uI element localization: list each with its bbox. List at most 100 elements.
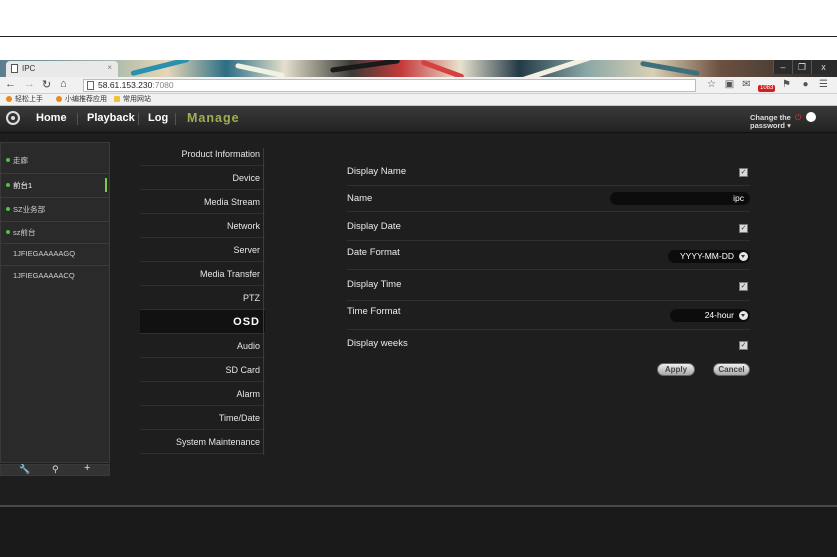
menu-item-sd-card[interactable]: SD Card bbox=[140, 358, 265, 382]
online-dot bbox=[6, 183, 10, 187]
apply-button[interactable]: Apply bbox=[657, 363, 695, 376]
display-time-label: Display Time bbox=[347, 279, 402, 290]
menu-divider bbox=[263, 148, 264, 455]
app-navbar: Home Playback Log Manage Change the pass… bbox=[0, 106, 837, 133]
menu-item-alarm[interactable]: Alarm bbox=[140, 382, 265, 406]
chevron-down-icon bbox=[739, 252, 748, 261]
address-port: :7080 bbox=[152, 80, 174, 90]
bookmark-item[interactable]: 小编推荐应用 bbox=[56, 95, 107, 105]
cancel-button[interactable]: Cancel bbox=[713, 363, 750, 376]
menu-item-device[interactable]: Device bbox=[140, 166, 265, 190]
display-name-checkbox[interactable]: ✓ bbox=[739, 168, 748, 177]
menu-item-ptz[interactable]: PTZ bbox=[140, 286, 265, 310]
bookmark-icon bbox=[6, 96, 12, 102]
date-format-value: YYYY-MM-DD bbox=[680, 251, 734, 261]
device-item[interactable]: 1JFIEGAAAAAGQ bbox=[13, 249, 75, 258]
display-date-label: Display Date bbox=[347, 221, 401, 232]
wrench-icon[interactable]: 🔧 bbox=[19, 464, 30, 475]
menu-item-time-date[interactable]: Time/Date bbox=[140, 406, 265, 430]
close-window-button[interactable]: x bbox=[811, 60, 835, 74]
menu-item-system-maintenance[interactable]: System Maintenance bbox=[140, 430, 265, 454]
menu-icon[interactable]: ☰ bbox=[818, 79, 829, 90]
address-bar[interactable]: 58.61.153.230:7080 bbox=[83, 79, 696, 92]
bookmarks-bar: 轻松上手 小编推荐应用 常用网站 bbox=[0, 94, 837, 106]
online-dot bbox=[6, 207, 10, 211]
date-format-select[interactable]: YYYY-MM-DD bbox=[668, 250, 750, 263]
online-dot bbox=[6, 158, 10, 162]
row-divider bbox=[347, 211, 750, 212]
notification-icon[interactable]: ⚑ bbox=[781, 79, 792, 90]
bookmark-item[interactable]: 常用网站 bbox=[114, 95, 151, 105]
row-divider bbox=[347, 329, 750, 330]
menu-item-osd[interactable]: OSD bbox=[140, 310, 265, 334]
home-icon[interactable]: ⌂ bbox=[60, 78, 67, 90]
reload-icon[interactable]: ↻ bbox=[42, 78, 51, 91]
plus-icon[interactable]: + bbox=[84, 462, 90, 474]
online-dot bbox=[6, 230, 10, 234]
extensions-icon[interactable]: ▣ bbox=[724, 79, 735, 90]
browser-tab-title: IPC bbox=[22, 64, 36, 73]
display-time-checkbox[interactable]: ✓ bbox=[739, 282, 748, 291]
row-divider bbox=[347, 269, 750, 270]
browser-tab[interactable]: IPC × bbox=[6, 61, 118, 77]
device-item[interactable]: 走廊 bbox=[6, 155, 28, 166]
nav-separator bbox=[175, 113, 176, 125]
bookmark-item[interactable]: 轻松上手 bbox=[6, 95, 43, 105]
bottom-panel bbox=[0, 507, 837, 557]
nav-playback[interactable]: Playback bbox=[87, 112, 135, 124]
forward-icon[interactable]: → bbox=[24, 78, 35, 90]
back-icon[interactable]: ← bbox=[5, 78, 16, 90]
device-item-selected[interactable]: 前台1 bbox=[6, 180, 32, 191]
device-divider bbox=[1, 243, 109, 244]
bookmark-icon bbox=[56, 96, 62, 102]
minimize-button[interactable]: – bbox=[773, 60, 792, 74]
change-password-link[interactable]: Change the password ▾ bbox=[750, 114, 791, 130]
nav-home[interactable]: Home bbox=[36, 112, 67, 124]
display-name-label: Display Name bbox=[347, 166, 407, 177]
device-divider bbox=[1, 197, 109, 198]
mail-count-badge: 1083 bbox=[758, 85, 776, 92]
device-item[interactable]: sz前台 bbox=[6, 227, 36, 238]
row-divider bbox=[347, 185, 750, 186]
menu-item-product-information[interactable]: Product Information bbox=[140, 142, 265, 166]
name-input[interactable]: ipc bbox=[610, 192, 750, 205]
device-divider bbox=[1, 221, 109, 222]
nav-log[interactable]: Log bbox=[148, 112, 168, 124]
page-icon bbox=[87, 81, 94, 90]
time-format-value: 24-hour bbox=[704, 310, 734, 320]
time-format-select[interactable]: 24-hour bbox=[670, 309, 750, 322]
display-weeks-checkbox[interactable]: ✓ bbox=[739, 341, 748, 350]
user-avatar-icon[interactable] bbox=[806, 112, 816, 122]
mail-icon[interactable]: ✉ bbox=[741, 79, 752, 90]
display-weeks-label: Display weeks bbox=[347, 338, 408, 349]
nav-manage[interactable]: Manage bbox=[187, 111, 240, 125]
restore-button[interactable]: ❐ bbox=[792, 60, 811, 74]
chevron-down-icon bbox=[739, 311, 748, 320]
folder-icon bbox=[114, 96, 120, 102]
menu-item-media-transfer[interactable]: Media Transfer bbox=[140, 262, 265, 286]
name-label: Name bbox=[347, 193, 373, 204]
display-date-checkbox[interactable]: ✓ bbox=[739, 224, 748, 233]
row-divider bbox=[347, 240, 750, 241]
selected-indicator bbox=[105, 178, 107, 192]
device-item[interactable]: 1JFIEGAAAAACQ bbox=[13, 271, 75, 280]
menu-item-network[interactable]: Network bbox=[140, 214, 265, 238]
search-icon[interactable]: ⚲ bbox=[52, 464, 59, 475]
row-divider bbox=[347, 300, 750, 301]
top-divider bbox=[0, 36, 837, 37]
menu-item-audio[interactable]: Audio bbox=[140, 334, 265, 358]
tab-close-icon[interactable]: × bbox=[107, 63, 112, 72]
menu-item-media-stream[interactable]: Media Stream bbox=[140, 190, 265, 214]
time-format-label: Time Format bbox=[347, 306, 401, 317]
page-icon bbox=[11, 64, 18, 73]
power-icon[interactable]: ⏻ bbox=[795, 113, 801, 123]
browser-toolbar: ← → ↻ ⌂ 58.61.153.230:7080 ☆ ▣ ✉ 1083 ⚑ … bbox=[0, 77, 837, 94]
menu-item-server[interactable]: Server bbox=[140, 238, 265, 262]
user-icon[interactable]: ● bbox=[800, 79, 811, 90]
device-divider bbox=[1, 265, 109, 266]
date-format-label: Date Format bbox=[347, 247, 400, 258]
star-icon[interactable]: ☆ bbox=[706, 79, 717, 90]
app-logo-icon bbox=[6, 111, 20, 125]
screenshot-frame: IPC × – ❐ x ← → ↻ ⌂ 58.61.153.230:7080 ☆… bbox=[0, 0, 837, 557]
device-item[interactable]: SZ业务部 bbox=[6, 204, 45, 215]
